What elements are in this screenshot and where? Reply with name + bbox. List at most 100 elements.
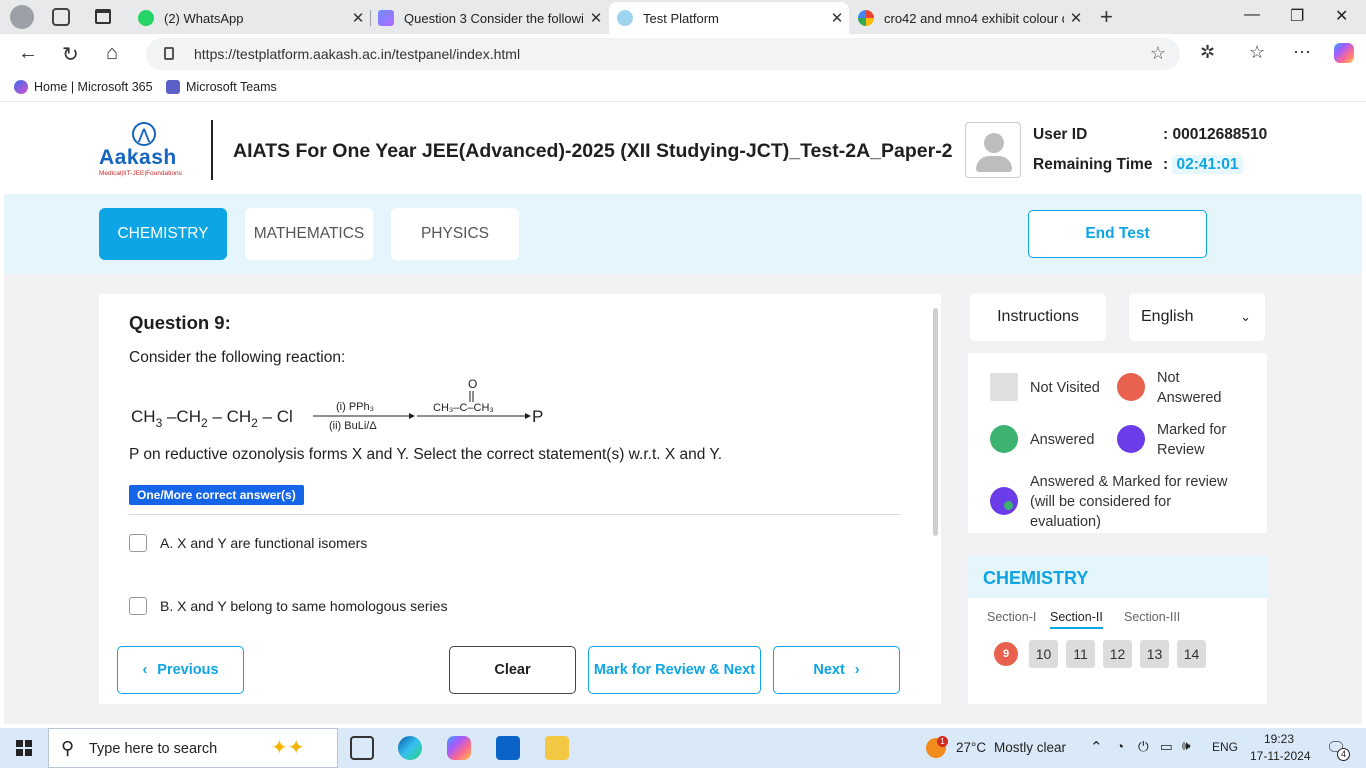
legend-marked-for-review: Marked for Review <box>1157 422 1227 458</box>
favorites-icon[interactable]: ☆ <box>1249 42 1265 63</box>
mark-for-review-next-button[interactable]: Mark for Review & Next <box>588 646 761 694</box>
answered-dot-icon <box>1004 501 1013 510</box>
taskbar-search[interactable]: ⚲ Type here to search ✦✦ <box>48 728 338 768</box>
close-tab-icon[interactable]: ✕ <box>825 9 849 27</box>
windows-start-icon[interactable] <box>16 740 32 756</box>
question-statement: P on reductive ozonolysis forms X and Y.… <box>129 446 723 463</box>
more-menu-icon[interactable]: ⋯ <box>1293 42 1311 63</box>
aakash-emblem-icon: ⋀ <box>132 122 156 146</box>
profile-icon[interactable] <box>10 5 34 29</box>
question-palette: CHEMISTRY Section-I Section-II Section-I… <box>968 556 1267 704</box>
question-intro: Consider the following reaction: <box>129 349 346 366</box>
workspaces-icon[interactable] <box>52 8 70 26</box>
minimize-icon[interactable]: — <box>1244 6 1260 24</box>
browser-tab-strip: (2) WhatsApp ✕ Question 3 Consider the f… <box>0 0 1366 34</box>
palette-question-14[interactable]: 14 <box>1177 640 1206 668</box>
tab-actions-icon[interactable] <box>95 9 111 24</box>
tab-chemistry[interactable]: CHEMISTRY <box>99 208 227 260</box>
palette-header: CHEMISTRY <box>968 556 1267 598</box>
answer-type-badge: One/More correct answer(s) <box>129 485 304 505</box>
extensions-icon[interactable]: ✲ <box>1200 42 1215 63</box>
new-tab-icon[interactable]: + <box>1100 4 1113 30</box>
time-separator: : <box>1163 156 1169 173</box>
palette-question-11[interactable]: 11 <box>1066 640 1095 668</box>
favorite-star-icon[interactable]: ☆ <box>1150 43 1166 64</box>
palette-question-10[interactable]: 10 <box>1029 640 1058 668</box>
reagent-2: (ii) BuLi/Δ <box>329 420 377 432</box>
close-tab-icon[interactable]: ✕ <box>346 9 370 27</box>
logo-divider <box>211 120 213 180</box>
aakash-logo: ⋀ Aakash Medical|IIT-JEE|Foundations <box>99 122 199 182</box>
language-indicator[interactable]: ENG <box>1212 740 1238 754</box>
palette-question-12[interactable]: 12 <box>1103 640 1132 668</box>
file-explorer-icon[interactable] <box>545 736 569 760</box>
instructions-button[interactable]: Instructions <box>970 293 1106 341</box>
home-icon[interactable]: ⌂ <box>106 42 118 65</box>
address-bar[interactable]: https://testplatform.aakash.ac.in/testpa… <box>146 38 1180 70</box>
favorite-microsoft-teams[interactable]: Microsoft Teams <box>166 80 277 94</box>
avatar-head <box>984 133 1004 153</box>
lock-icon[interactable] <box>164 47 174 60</box>
question-scrollbar[interactable] <box>933 308 938 536</box>
show-hidden-icons-icon[interactable]: ⌃ <box>1090 738 1103 756</box>
volume-icon[interactable]: 🕪 <box>1182 738 1191 754</box>
weather-text[interactable]: Mostly clear <box>994 740 1066 755</box>
back-arrow-icon[interactable]: ← <box>18 42 38 65</box>
palette-question-9[interactable]: 9 <box>994 642 1018 666</box>
legend-answered-marked: Answered & Marked for review (will be con… <box>1030 474 1228 530</box>
divider <box>129 514 901 515</box>
avatar-body <box>976 156 1012 172</box>
favorite-microsoft-365[interactable]: Home | Microsoft 365 <box>14 80 153 94</box>
arrowhead-icon <box>525 413 531 419</box>
tab-mathematics[interactable]: MATHEMATICS <box>245 208 373 260</box>
clock-date[interactable]: 17-11-2024 <box>1250 749 1311 763</box>
language-select[interactable]: English ⌄ <box>1129 293 1265 341</box>
legend-answered: Answered <box>1030 432 1095 448</box>
end-test-button[interactable]: End Test <box>1028 210 1207 258</box>
remaining-time-value: 02:41:01 <box>1172 155 1243 174</box>
task-view-icon[interactable] <box>350 736 374 760</box>
url-text[interactable]: https://testplatform.aakash.ac.in/testpa… <box>194 46 520 62</box>
section-iii-tab[interactable]: Section-III <box>1124 610 1180 624</box>
weather-badge: 1 <box>937 736 948 747</box>
browser-toolbar: ← ↻ ⌂ https://testplatform.aakash.ac.in/… <box>0 34 1366 74</box>
power-icon[interactable]: ⏻ <box>1138 739 1149 755</box>
option-a[interactable]: A. X and Y are functional isomers <box>129 534 367 552</box>
network-icon[interactable]: ◔ <box>1116 739 1124 754</box>
weather-temp[interactable]: 27°C <box>956 740 986 755</box>
section-ii-tab[interactable]: Section-II <box>1050 610 1103 629</box>
edge-icon[interactable] <box>398 736 422 760</box>
tab-test-platform[interactable]: Test Platform ✕ <box>609 2 849 34</box>
palette-title: CHEMISTRY <box>983 568 1089 588</box>
next-button[interactable]: Next › <box>773 646 900 694</box>
tab-google-search[interactable]: cro42 and mno4 exhibit colour du ✕ <box>850 2 1088 34</box>
product-p: P <box>532 407 543 426</box>
tab-physics[interactable]: PHYSICS <box>391 208 519 260</box>
favorites-bar: Home | Microsoft 365 Microsoft Teams <box>0 74 1366 102</box>
answered-marked-swatch <box>990 487 1018 515</box>
section-i-tab[interactable]: Section-I <box>987 610 1036 624</box>
window-close-icon[interactable]: ✕ <box>1335 6 1348 26</box>
chevron-right-icon: › <box>854 662 860 678</box>
clock-time[interactable]: 19:23 <box>1264 732 1294 746</box>
option-b[interactable]: B. X and Y belong to same homologous ser… <box>129 597 447 615</box>
remaining-time-label: Remaining Time <box>1033 156 1153 173</box>
tab-question-3[interactable]: Question 3 Consider the following ✕ <box>370 2 608 34</box>
test-title: AIATS For One Year JEE(Advanced)-2025 (X… <box>233 140 953 162</box>
refresh-icon[interactable]: ↻ <box>62 42 79 67</box>
display-icon[interactable]: ▭ <box>1160 739 1173 755</box>
previous-button[interactable]: ‹ Previous <box>117 646 244 694</box>
option-a-checkbox[interactable] <box>129 534 147 552</box>
tab-whatsapp[interactable]: (2) WhatsApp ✕ <box>130 2 370 34</box>
close-tab-icon[interactable]: ✕ <box>584 9 608 27</box>
outlook-icon[interactable] <box>496 736 520 760</box>
page-header: ⋀ Aakash Medical|IIT-JEE|Foundations AIA… <box>4 104 1362 194</box>
palette-question-13[interactable]: 13 <box>1140 640 1169 668</box>
copilot-icon[interactable] <box>1334 43 1354 63</box>
restore-icon[interactable]: ❐ <box>1290 6 1304 26</box>
option-b-checkbox[interactable] <box>129 597 147 615</box>
copilot-taskbar-icon[interactable] <box>447 736 471 760</box>
close-tab-icon[interactable]: ✕ <box>1064 9 1088 27</box>
test-page: ⋀ Aakash Medical|IIT-JEE|Foundations AIA… <box>4 104 1362 724</box>
clear-button[interactable]: Clear <box>449 646 576 694</box>
